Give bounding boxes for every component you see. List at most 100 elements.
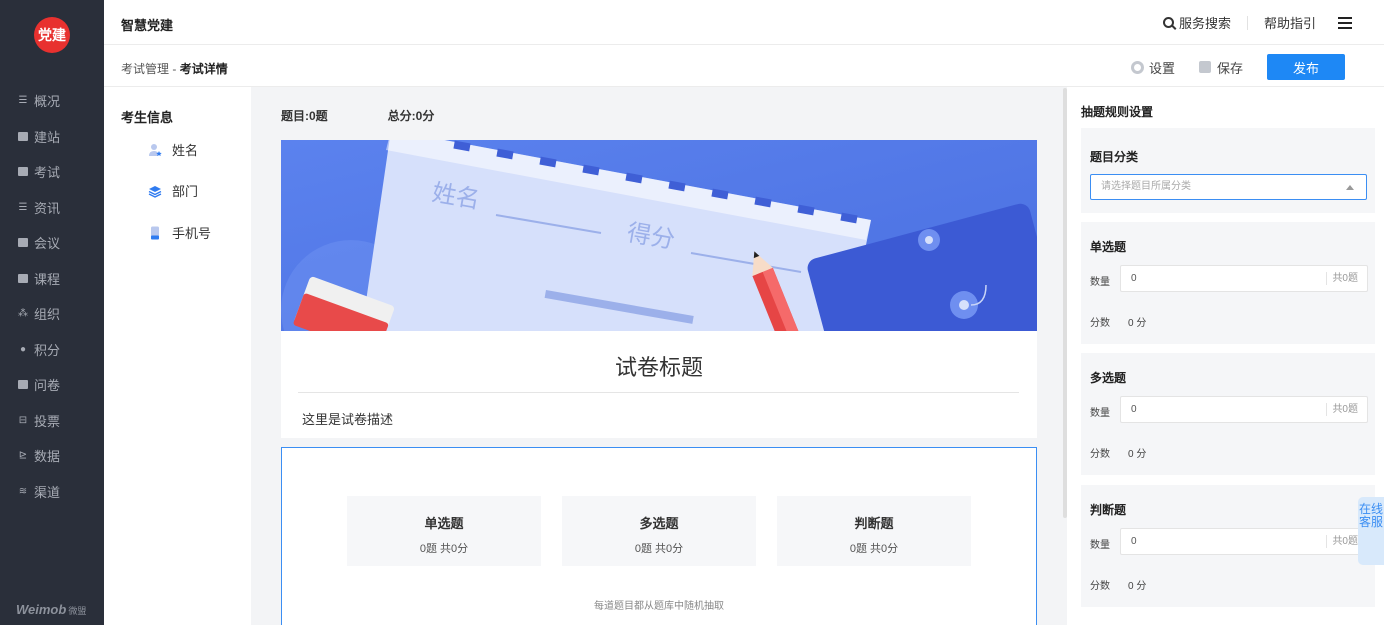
sidebar-item-vote[interactable]: ⊟ 投票 [0,403,104,439]
sidebar-item-label: 组织 [34,307,61,323]
exam-stats: 题目:0题 总分:0分 [281,107,434,124]
exam-icon [17,166,29,178]
online-service-button[interactable]: 在线客服 [1358,497,1384,565]
rule-card-title: 单选题 [1090,240,1127,254]
sidebar-item-label: 问卷 [34,378,61,394]
category-title: 题目分类 [1090,150,1139,164]
question-type-judge[interactable]: 判断题 0题 共0分 [777,496,971,566]
rule-card-title: 判断题 [1090,503,1127,517]
brand-logo: Weimob 微盟 [16,602,86,617]
qty-label: 数量 [1090,540,1110,551]
category-placeholder: 请选择题目所属分类 [1101,181,1191,192]
candidate-field-department[interactable]: 部门 [148,181,198,200]
question-type-name: 判断题 [854,516,894,531]
qty-unit: 共0题 [1326,535,1358,548]
paper-title[interactable]: 试卷标题 [281,350,1037,382]
rule-card-multiple: 多选题 数量 0 共0题 分数 0 分 [1081,353,1375,475]
question-type-count: 0题 共0分 [419,543,469,555]
candidate-field-name[interactable]: 姓名 [148,140,198,159]
random-draw-note: 每道题目都从题库中随机抽取 [594,601,724,612]
menu-icon[interactable] [1338,16,1352,29]
sidebar-item-site[interactable]: 建站 [0,119,104,155]
save-button[interactable]: 保存 [1198,58,1243,77]
search-icon [1162,17,1174,28]
sidebar-item-label: 积分 [34,342,61,358]
exam-paper[interactable]: 姓名 得分 试卷标题 这里是试卷描述 [281,140,1037,438]
question-types-section[interactable]: 单选题 0题 共0分 多选题 0题 共0分 判断题 0题 共0分 每道题目都从题… [281,447,1037,625]
category-select[interactable]: 请选择题目所属分类 [1090,174,1367,200]
sidebar-item-label: 投票 [34,413,61,429]
candidate-field-phone[interactable]: 手机号 [148,223,211,242]
qty-label: 数量 [1090,277,1110,288]
candidate-field-label: 手机号 [172,226,212,241]
caret-up-icon [1346,185,1354,190]
header-actions: 服务搜索 帮助指引 [1162,13,1352,32]
divider [1246,15,1248,30]
divider [298,392,1019,393]
single-score-value: 0 分 [1128,318,1147,329]
breadcrumb-parent[interactable]: 考试管理 [121,62,169,76]
page-actions: 设置 保存 发布 [1130,54,1345,80]
sidebar-item-overview[interactable]: ☰ 概况 [0,83,104,119]
sidebar-item-label: 课程 [34,271,61,287]
data-icon: ⊵ [18,450,28,462]
multiple-qty-input[interactable]: 0 共0题 [1120,396,1368,423]
sidebar-item-label: 会议 [34,236,61,252]
sidebar-item-label: 资讯 [34,200,61,216]
question-type-single[interactable]: 单选题 0题 共0分 [347,496,541,566]
qty-value: 0 [1131,273,1137,284]
rule-card-single: 单选题 数量 0 共0题 分数 0 分 [1081,222,1375,344]
exam-editor: 题目:0题 总分:0分 姓名 得分 试卷标题 这里是试卷描述 单选题 0题 共0… [251,87,1064,625]
publish-button[interactable]: 发布 [1267,54,1345,80]
party-logo[interactable]: 党建 [34,17,70,53]
question-count: 题目:0题 [281,109,328,123]
question-type-multiple[interactable]: 多选题 0题 共0分 [562,496,756,566]
paper-description[interactable]: 这里是试卷描述 [302,409,393,428]
news-icon: ☰ [18,201,28,213]
sidebar-item-org[interactable]: ⁂ 组织 [0,296,104,332]
candidate-field-label: 部门 [172,184,199,199]
breadcrumb-sep: - [169,62,180,76]
question-type-count: 0题 共0分 [849,543,899,555]
category-card: 题目分类 [1081,128,1375,213]
sidebar-item-label: 考试 [34,165,61,181]
breadcrumb-current: 考试详情 [179,62,228,76]
help-guide-link[interactable]: 帮助指引 [1264,13,1316,32]
layers-icon [148,184,162,198]
exam-banner-image: 姓名 得分 [281,140,1037,331]
single-qty-input[interactable]: 0 共0题 [1120,265,1368,292]
score-label: 分数 [1090,449,1110,460]
question-type-name: 单选题 [424,516,464,531]
sidebar-item-label: 建站 [34,129,61,145]
sidebar-item-exam[interactable]: 考试 [0,154,104,190]
service-search-button[interactable]: 服务搜索 [1162,13,1231,32]
meeting-icon [17,237,29,249]
draw-rules-panel: 抽题规则设置 题目分类 请选择题目所属分类 单选题 数量 0 共0题 分数 0 … [1067,87,1384,625]
sub-header: 考试管理 - 考试详情 设置 保存 发布 [104,45,1384,87]
judge-qty-input[interactable]: 0 共0题 [1120,528,1368,555]
total-score: 总分:0分 [387,109,435,123]
app-title: 智慧党建 [121,18,174,33]
question-type-count: 0题 共0分 [634,543,684,555]
sidebar-item-data[interactable]: ⊵ 数据 [0,438,104,474]
gear-icon [1130,60,1144,74]
sidebar-item-points[interactable]: ● 积分 [0,332,104,368]
sidebar-item-label: 概况 [34,94,61,110]
draw-rules-title: 抽题规则设置 [1081,105,1154,119]
sidebar-item-meeting[interactable]: 会议 [0,225,104,261]
sidebar-item-news[interactable]: ☰ 资讯 [0,190,104,226]
settings-label: 设置 [1148,60,1175,76]
sidebar-item-channel[interactable]: ≋ 渠道 [0,474,104,510]
sidebar: 党建 ☰ 概况 建站 考试 ☰ 资讯 会议 课程 ⁂ 组织 ● 积分 问卷 ⊟ 投票 ⊵ 数… [0,0,104,625]
settings-button[interactable]: 设置 [1130,58,1175,77]
save-label: 保存 [1216,60,1243,76]
brand-name: Weimob [16,602,67,617]
sidebar-item-survey[interactable]: 问卷 [0,367,104,403]
top-header: 智慧党建 服务搜索 帮助指引 [104,0,1384,45]
candidate-field-label: 姓名 [172,143,199,158]
service-search-label: 服务搜索 [1178,16,1231,31]
sidebar-item-course[interactable]: 课程 [0,261,104,297]
question-type-name: 多选题 [639,516,679,531]
qty-label: 数量 [1090,408,1110,419]
vote-icon: ⊟ [18,414,28,426]
